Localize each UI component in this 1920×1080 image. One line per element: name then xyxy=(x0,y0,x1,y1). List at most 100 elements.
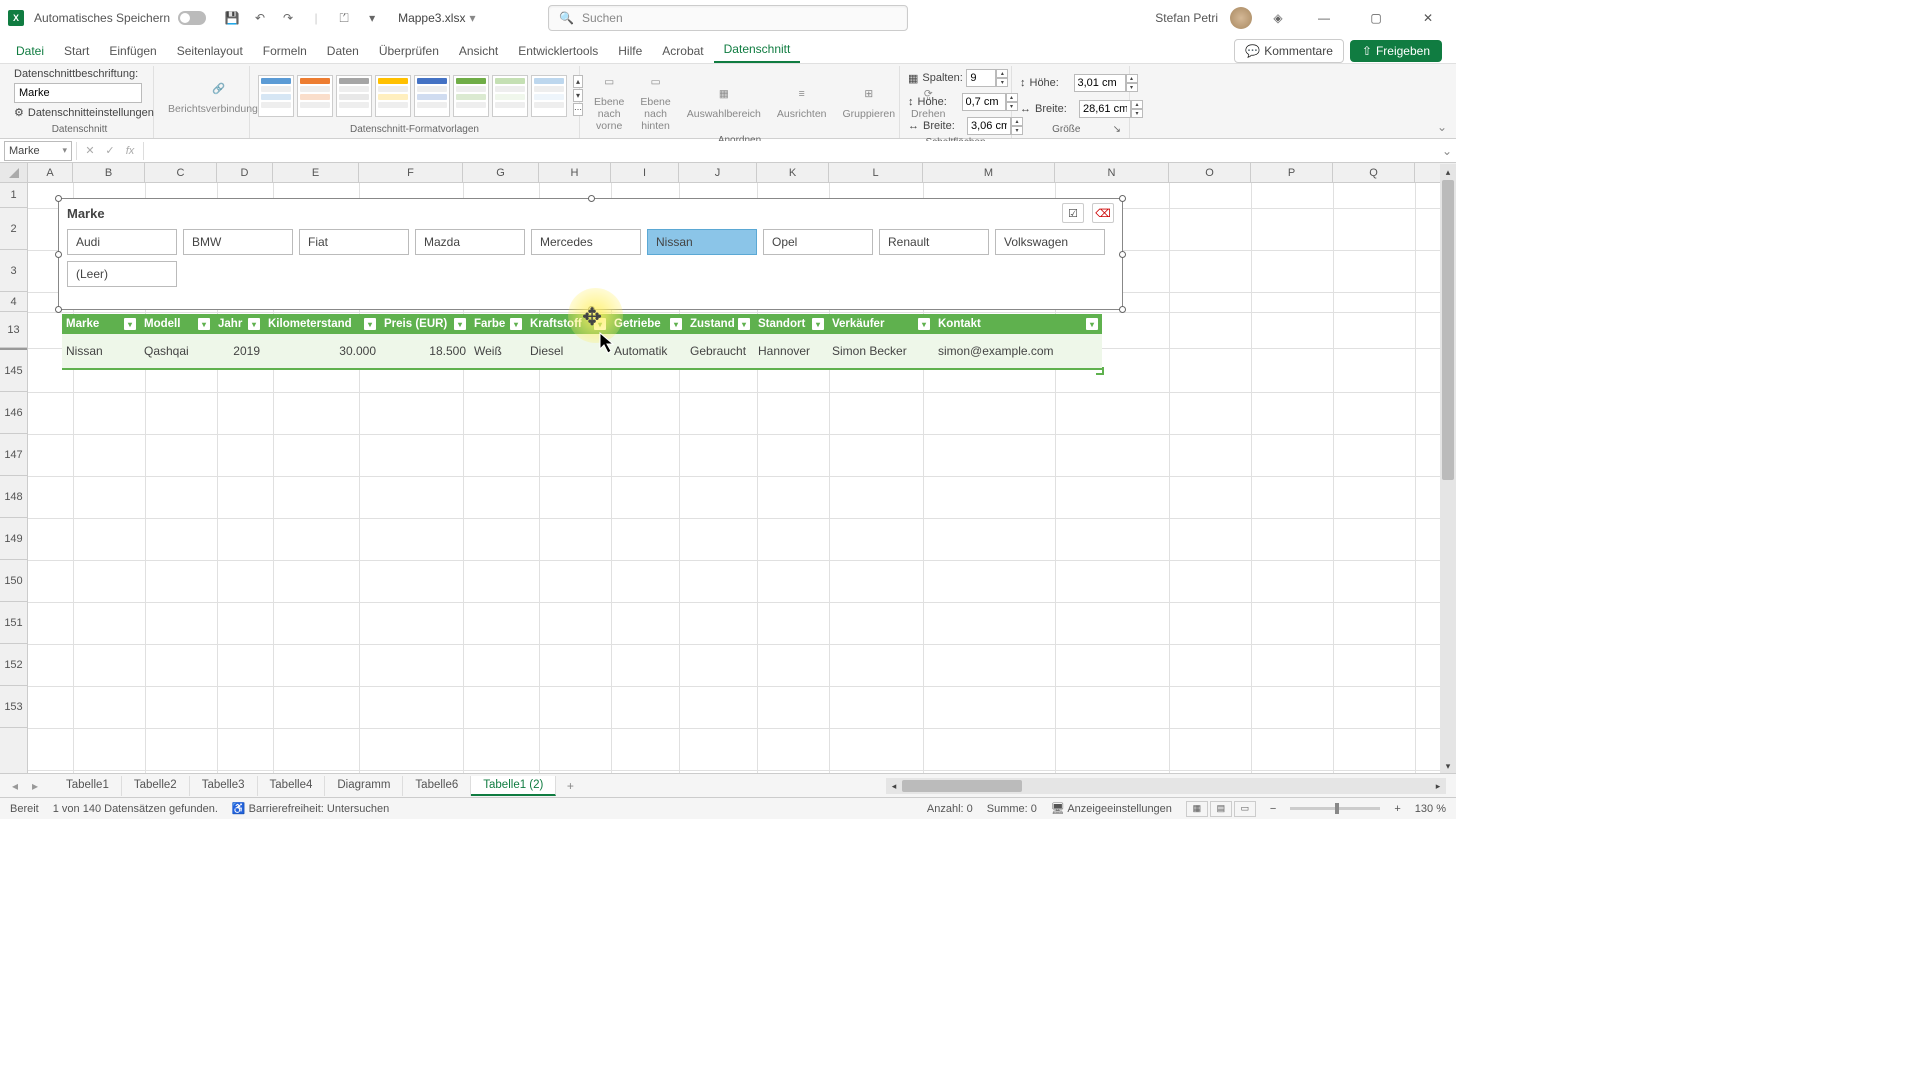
table-header-cell[interactable]: Standort▾ xyxy=(754,314,828,334)
sheet-tab[interactable]: Tabelle1 (2) xyxy=(471,776,556,796)
table-cell[interactable]: 2019 xyxy=(214,344,264,358)
style-swatch[interactable] xyxy=(297,75,333,117)
filter-icon[interactable]: ▾ xyxy=(454,318,466,330)
undo-icon[interactable]: ↶ xyxy=(248,6,272,30)
enter-formula-icon[interactable]: ✓ xyxy=(101,142,119,160)
table-cell[interactable]: Qashqai xyxy=(140,344,214,358)
table-row[interactable]: NissanQashqai201930.00018.500WeißDieselA… xyxy=(62,334,1102,370)
zoom-out-button[interactable]: − xyxy=(1270,803,1276,815)
align-button[interactable]: ≡Ausrichten xyxy=(771,80,833,122)
send-backward-button[interactable]: ▭Ebene nach hinten xyxy=(634,68,676,134)
status-accessibility[interactable]: ♿ Barrierefreiheit: Untersuchen xyxy=(232,802,389,815)
tab-seitenlayout[interactable]: Seitenlayout xyxy=(167,39,253,63)
col-header[interactable]: I xyxy=(611,163,679,182)
close-button[interactable]: ✕ xyxy=(1408,4,1448,32)
cancel-formula-icon[interactable]: ✕ xyxy=(81,142,99,160)
tab-hilfe[interactable]: Hilfe xyxy=(608,39,652,63)
autosave-toggle[interactable] xyxy=(178,11,206,25)
sheet-tab[interactable]: Tabelle6 xyxy=(403,776,471,796)
style-swatch[interactable] xyxy=(492,75,528,117)
tab-formeln[interactable]: Formeln xyxy=(253,39,317,63)
tab-ansicht[interactable]: Ansicht xyxy=(449,39,508,63)
tab-datei[interactable]: Datei xyxy=(6,39,54,63)
filter-icon[interactable]: ▾ xyxy=(198,318,210,330)
view-pagebreak-icon[interactable]: ▭ xyxy=(1234,801,1256,817)
table-cell[interactable]: Gebraucht xyxy=(686,344,754,358)
col-header[interactable]: G xyxy=(463,163,539,182)
vertical-scrollbar[interactable]: ▴ ▾ xyxy=(1440,164,1456,774)
diamond-icon[interactable]: ◈ xyxy=(1266,6,1290,30)
table-header-cell[interactable]: Kontakt▾ xyxy=(934,314,1102,334)
filter-icon[interactable]: ▾ xyxy=(918,318,930,330)
multiselect-icon[interactable]: ☑ xyxy=(1062,203,1084,223)
dialog-launcher-icon[interactable]: ↘ xyxy=(1113,124,1121,135)
table-header-cell[interactable]: Preis (EUR)▾ xyxy=(380,314,470,334)
table-header-cell[interactable]: Kraftstoff▾ xyxy=(526,314,610,334)
sheet-tab[interactable]: Diagramm xyxy=(325,776,403,796)
col-header[interactable]: B xyxy=(73,163,145,182)
btn-w-input[interactable] xyxy=(967,117,1011,135)
sheet-next-icon[interactable]: ▸ xyxy=(28,779,42,793)
slicer-item[interactable]: Opel xyxy=(763,229,873,255)
row-header[interactable]: 146 xyxy=(0,392,27,434)
filename-chevron-icon[interactable]: ▾ xyxy=(469,11,475,25)
hscroll-left-icon[interactable]: ◂ xyxy=(886,778,902,794)
filter-icon[interactable]: ▾ xyxy=(670,318,682,330)
table-cell[interactable]: Hannover xyxy=(754,344,828,358)
row-header[interactable]: 150 xyxy=(0,560,27,602)
view-normal-icon[interactable]: ▦ xyxy=(1186,801,1208,817)
row-header[interactable]: 153 xyxy=(0,686,27,728)
col-header[interactable]: F xyxy=(359,163,463,182)
style-swatch[interactable] xyxy=(414,75,450,117)
save-icon[interactable]: 💾 xyxy=(220,6,244,30)
sheet-prev-icon[interactable]: ◂ xyxy=(8,779,22,793)
formula-input[interactable] xyxy=(144,141,1438,161)
style-swatch[interactable] xyxy=(531,75,567,117)
sz-h-input[interactable] xyxy=(1074,74,1126,92)
avatar[interactable] xyxy=(1230,7,1252,29)
hscroll-thumb[interactable] xyxy=(902,780,1022,792)
spin-down-icon[interactable]: ▾ xyxy=(996,78,1008,87)
slicer-settings-button[interactable]: ⚙ Datenschnitteinstellungen xyxy=(14,106,154,119)
filter-icon[interactable]: ▾ xyxy=(248,318,260,330)
table-header-cell[interactable]: Verkäufer▾ xyxy=(828,314,934,334)
slicer-item[interactable]: BMW xyxy=(183,229,293,255)
slicer-item[interactable]: Fiat xyxy=(299,229,409,255)
row-header[interactable]: 152 xyxy=(0,644,27,686)
col-header[interactable]: K xyxy=(757,163,829,182)
table-header-cell[interactable]: Zustand▾ xyxy=(686,314,754,334)
col-header[interactable]: M xyxy=(923,163,1055,182)
col-header[interactable]: N xyxy=(1055,163,1169,182)
tab-ueberpruefen[interactable]: Überprüfen xyxy=(369,39,449,63)
display-settings-button[interactable]: 🖥 Anzeigeeinstellungen xyxy=(1051,802,1172,815)
col-header[interactable]: A xyxy=(28,163,73,182)
slicer-item[interactable]: Mazda xyxy=(415,229,525,255)
spin-down-icon[interactable]: ▾ xyxy=(1131,109,1143,118)
qat-customize-icon[interactable]: ▾ xyxy=(360,6,384,30)
slicer[interactable]: Marke ☑ ⌫ AudiBMWFiatMazdaMercedesNissan… xyxy=(58,198,1123,310)
zoom-slider[interactable] xyxy=(1290,807,1380,810)
filter-icon[interactable]: ▾ xyxy=(738,318,750,330)
maximize-button[interactable]: ▢ xyxy=(1356,4,1396,32)
hscroll-right-icon[interactable]: ▸ xyxy=(1430,778,1446,794)
slicer-item[interactable]: Volkswagen xyxy=(995,229,1105,255)
sheet-tab[interactable]: Tabelle3 xyxy=(190,776,258,796)
camera-icon[interactable]: ⏍ xyxy=(332,6,356,30)
tab-start[interactable]: Start xyxy=(54,39,99,63)
horizontal-scrollbar[interactable]: ◂ ▸ xyxy=(886,778,1446,794)
col-header[interactable]: J xyxy=(679,163,757,182)
view-pagelayout-icon[interactable]: ▤ xyxy=(1210,801,1232,817)
table-header-cell[interactable]: Kilometerstand▾ xyxy=(264,314,380,334)
style-swatch[interactable] xyxy=(375,75,411,117)
table-cell[interactable]: 18.500 xyxy=(380,344,470,358)
selection-pane-button[interactable]: ▦Auswahlbereich xyxy=(681,80,767,122)
filter-icon[interactable]: ▾ xyxy=(510,318,522,330)
col-header[interactable]: Q xyxy=(1333,163,1415,182)
spin-up-icon[interactable]: ▴ xyxy=(1126,74,1138,83)
table-cell[interactable]: Diesel xyxy=(526,344,610,358)
filename[interactable]: Mappe3.xlsx xyxy=(398,11,465,25)
col-header[interactable]: E xyxy=(273,163,359,182)
table-cell[interactable]: Weiß xyxy=(470,344,526,358)
filter-icon[interactable]: ▾ xyxy=(1086,318,1098,330)
row-header[interactable]: 2 xyxy=(0,208,27,250)
